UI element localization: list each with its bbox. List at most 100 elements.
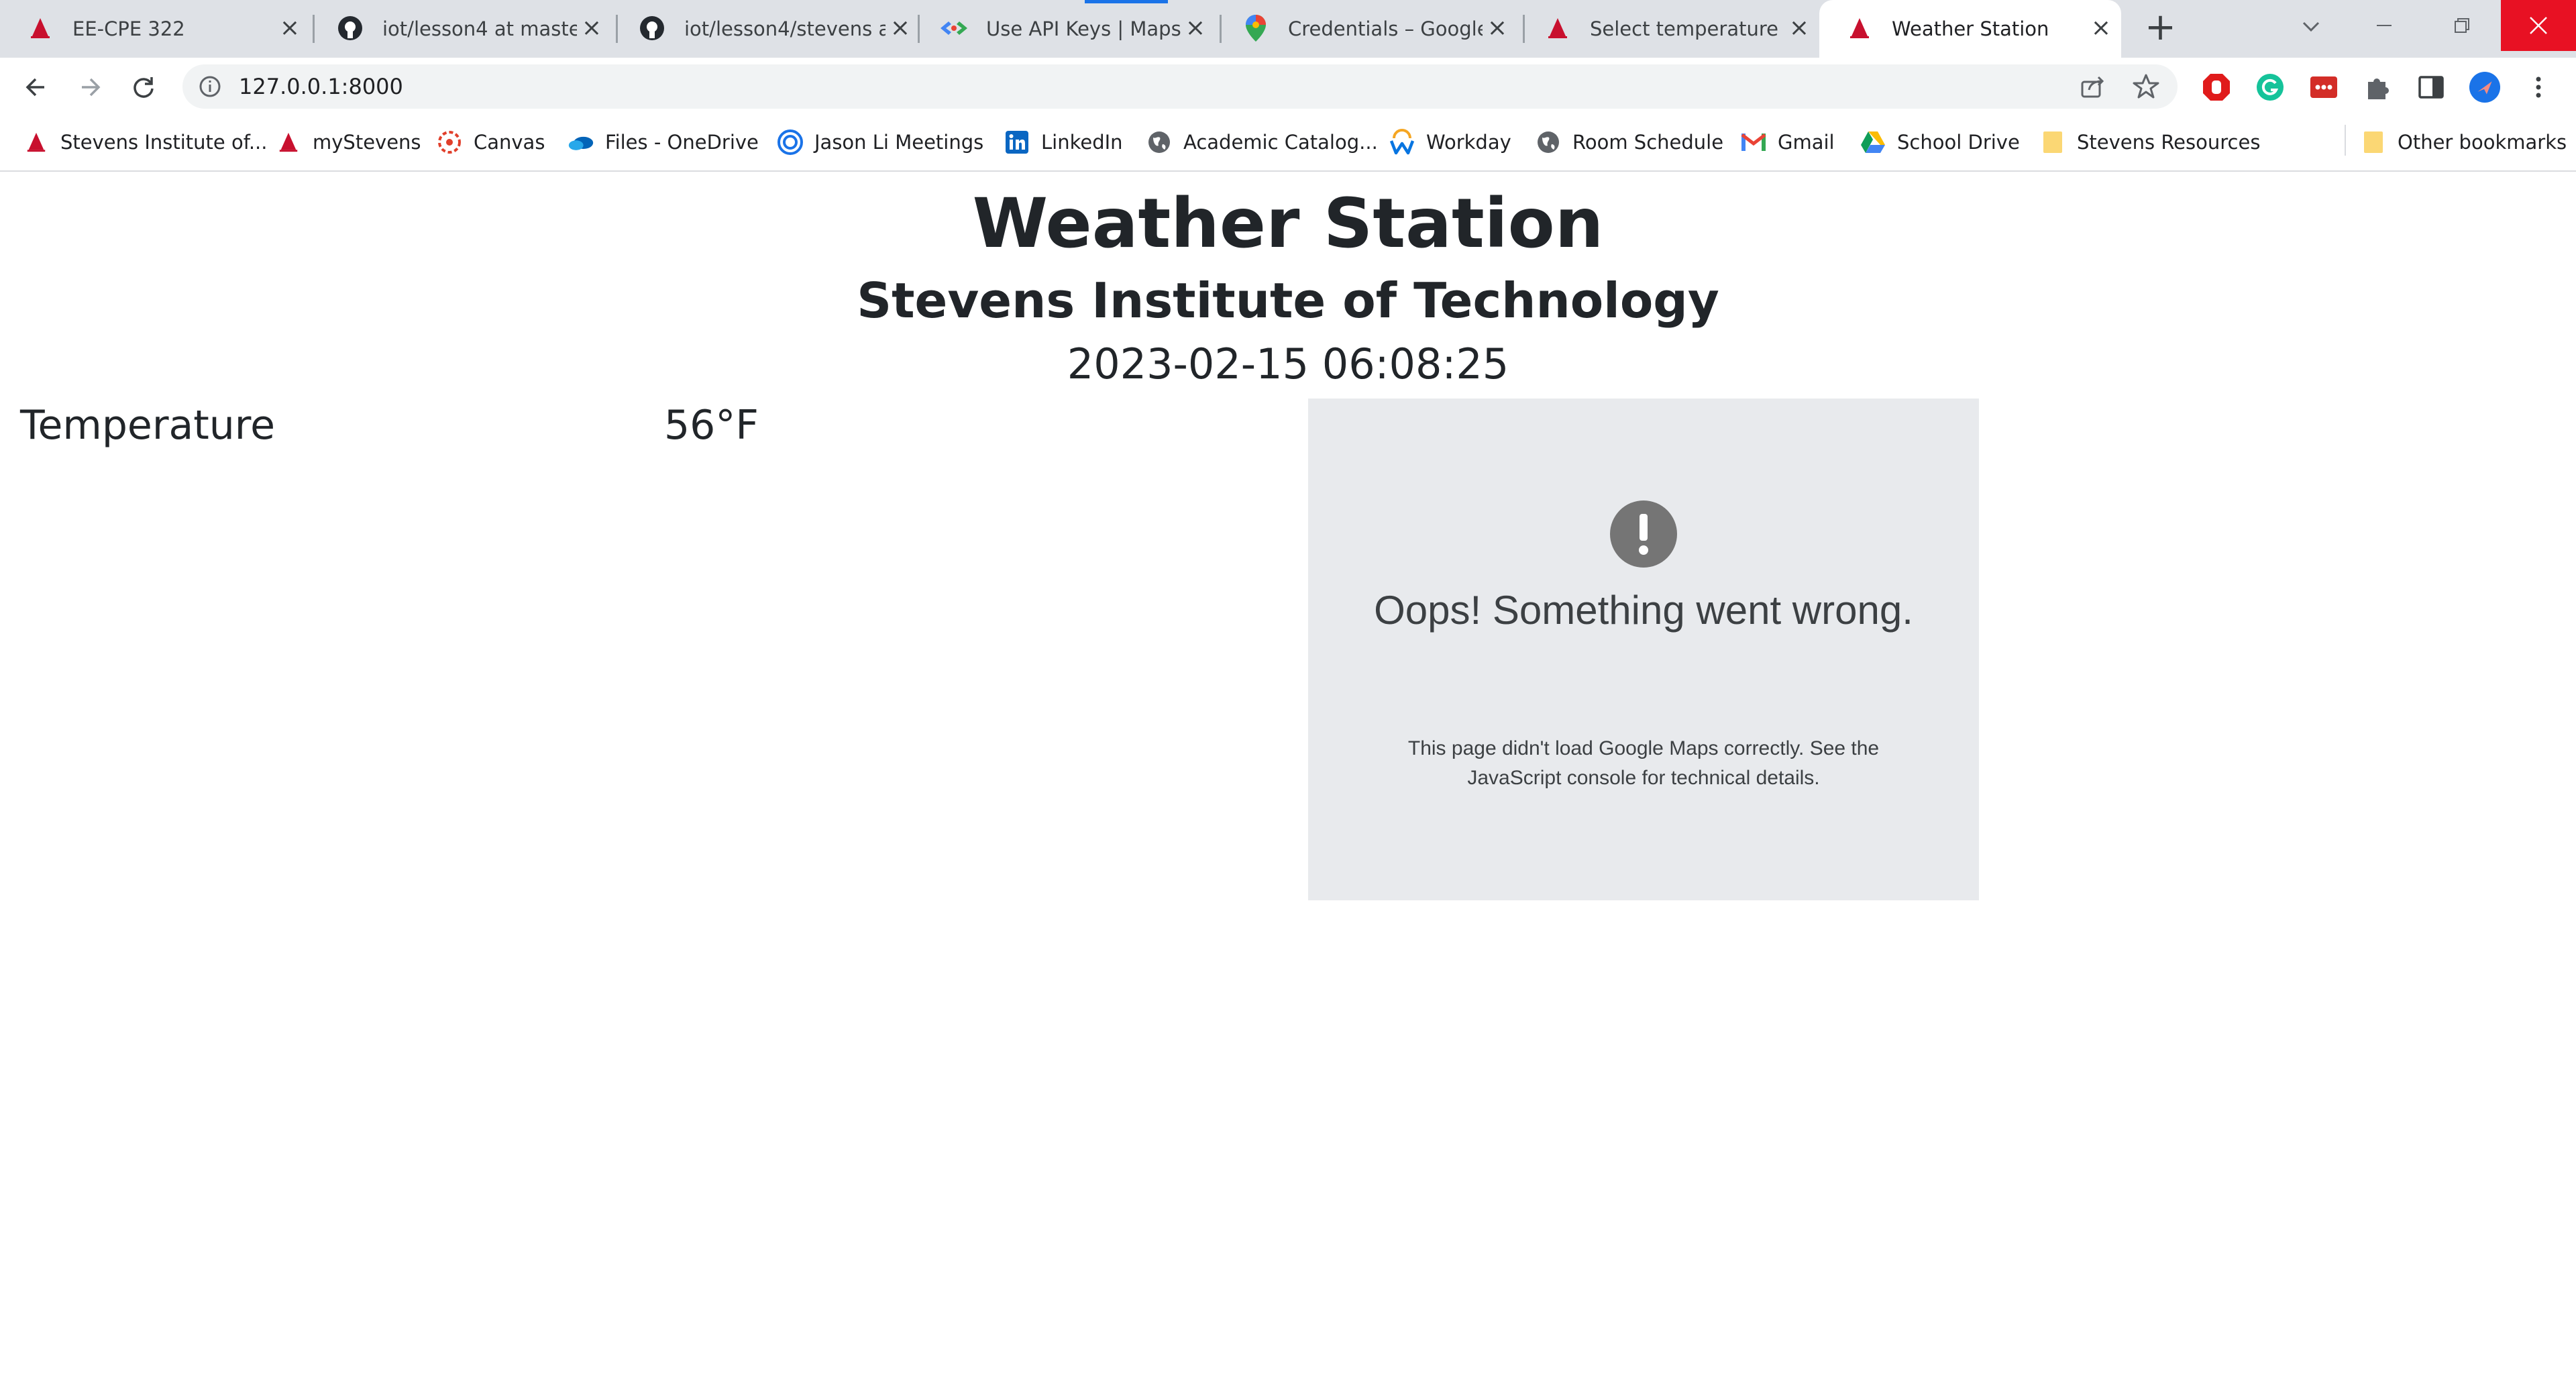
bookmark-academic-catalog[interactable]: Academic Catalog... bbox=[1146, 127, 1378, 157]
new-tab-button[interactable]: + bbox=[2145, 9, 2176, 46]
bookmark-mystevens[interactable]: myStevens bbox=[275, 127, 421, 157]
bookmarks-bar: Stevens Institute of... myStevens Canvas… bbox=[0, 115, 2576, 172]
page-content: Weather Station Stevens Institute of Tec… bbox=[0, 173, 2576, 1380]
lastpass-extension-icon[interactable] bbox=[2308, 71, 2340, 103]
exclamation-icon bbox=[1610, 500, 1677, 568]
bookmark-label: Academic Catalog... bbox=[1183, 131, 1378, 154]
google-cloud-icon bbox=[941, 15, 967, 42]
tab-ee-cpe-322[interactable]: EE-CPE 322 × bbox=[0, 0, 310, 58]
tab-loading-indicator bbox=[1085, 0, 1168, 3]
linkedin-icon bbox=[1004, 129, 1030, 156]
bookmark-canvas[interactable]: Canvas bbox=[436, 127, 545, 157]
page-datetime: 2023-02-15 06:08:25 bbox=[1067, 339, 1509, 388]
grammarly-extension-icon[interactable] bbox=[2254, 71, 2286, 103]
bookmark-room-schedule[interactable]: Room Schedule bbox=[1535, 127, 1723, 157]
address-bar[interactable]: 127.0.0.1:8000 bbox=[182, 64, 2178, 109]
tab-close-icon[interactable]: × bbox=[2088, 15, 2114, 42]
adblock-extension-icon[interactable] bbox=[2200, 71, 2233, 103]
tab-select-temperature[interactable]: Select temperature da × bbox=[1517, 0, 1819, 58]
bookmark-label: Workday bbox=[1426, 131, 1511, 154]
tab-title: Select temperature da bbox=[1590, 17, 1784, 40]
stevens-icon bbox=[23, 129, 50, 156]
folder-icon bbox=[2039, 129, 2066, 156]
tab-close-icon[interactable]: × bbox=[1182, 15, 1209, 42]
tab-close-icon[interactable]: × bbox=[887, 15, 914, 42]
profile-avatar[interactable] bbox=[2469, 71, 2501, 103]
reload-button[interactable] bbox=[125, 68, 162, 106]
restore-button[interactable] bbox=[2423, 0, 2500, 51]
folder-icon bbox=[2360, 129, 2387, 156]
temperature-label: Temperature bbox=[20, 402, 276, 449]
stevens-icon bbox=[1846, 15, 1873, 42]
temperature-value: 56°F bbox=[664, 402, 759, 449]
bookmark-linkedin[interactable]: LinkedIn bbox=[1004, 127, 1123, 157]
side-panel-icon[interactable] bbox=[2415, 71, 2447, 103]
onedrive-icon bbox=[568, 129, 594, 156]
bookmark-label: Gmail bbox=[1778, 131, 1835, 154]
map-error-heading: Oops! Something went wrong. bbox=[1374, 588, 1913, 633]
bookmark-workday[interactable]: Workday bbox=[1389, 127, 1511, 157]
gmail-icon bbox=[1740, 129, 1767, 156]
bookmark-label: Canvas bbox=[474, 131, 545, 154]
page-subtitle: Stevens Institute of Technology bbox=[857, 272, 1719, 329]
share-icon[interactable] bbox=[2078, 72, 2106, 101]
workday-icon bbox=[1389, 129, 1415, 156]
github-icon bbox=[337, 15, 364, 42]
tab-title: iot/lesson4 at master bbox=[382, 17, 577, 40]
bookmark-stevens-institute[interactable]: Stevens Institute of... bbox=[23, 127, 267, 157]
bookmark-school-drive[interactable]: School Drive bbox=[1860, 127, 2020, 157]
tab-credentials[interactable]: Credentials – Google × bbox=[1216, 0, 1517, 58]
bookmark-label: School Drive bbox=[1897, 131, 2020, 154]
tab-close-icon[interactable]: × bbox=[276, 15, 303, 42]
tab-title: EE-CPE 322 bbox=[72, 17, 185, 40]
bookmark-label: Files - OneDrive bbox=[605, 131, 759, 154]
globe-icon bbox=[1146, 129, 1173, 156]
tab-close-icon[interactable]: × bbox=[1786, 15, 1813, 42]
tab-iot-lesson4-master[interactable]: iot/lesson4 at master × bbox=[310, 0, 612, 58]
tab-close-icon[interactable]: × bbox=[1484, 15, 1511, 42]
back-button[interactable] bbox=[17, 68, 55, 106]
stevens-icon bbox=[1544, 15, 1571, 42]
window-close-button[interactable] bbox=[2501, 0, 2576, 51]
tab-strip: EE-CPE 322 × iot/lesson4 at master × iot… bbox=[0, 0, 2576, 58]
page-title: Weather Station bbox=[972, 184, 1604, 264]
bookmark-label: Jason Li Meetings bbox=[814, 131, 984, 154]
browser-menu-icon[interactable] bbox=[2522, 71, 2555, 103]
bookmark-label: LinkedIn bbox=[1041, 131, 1123, 154]
stevens-icon bbox=[275, 129, 302, 156]
tab-use-api-keys[interactable]: Use API Keys | Maps × bbox=[914, 0, 1216, 58]
bookmark-onedrive[interactable]: Files - OneDrive bbox=[568, 127, 759, 157]
minimize-button[interactable] bbox=[2345, 0, 2422, 51]
tab-close-icon[interactable]: × bbox=[578, 15, 605, 42]
forward-button[interactable] bbox=[71, 68, 109, 106]
stevens-icon bbox=[27, 15, 54, 42]
tab-iot-lesson4-stevens[interactable]: iot/lesson4/stevens at × bbox=[612, 0, 914, 58]
tab-weather-station[interactable]: Weather Station × bbox=[1819, 0, 2121, 58]
bookmarks-separator bbox=[2345, 125, 2346, 156]
tab-title: iot/lesson4/stevens at bbox=[684, 17, 885, 40]
bookmark-stevens-resources[interactable]: Stevens Resources bbox=[2039, 127, 2260, 157]
bookmark-other-bookmarks[interactable]: Other bookmarks bbox=[2360, 127, 2567, 157]
tab-title: Credentials – Google bbox=[1288, 17, 1483, 40]
extensions-puzzle-icon[interactable] bbox=[2361, 71, 2394, 103]
github-icon bbox=[639, 15, 665, 42]
url-text[interactable]: 127.0.0.1:8000 bbox=[239, 64, 403, 109]
canvas-icon bbox=[436, 129, 463, 156]
bookmark-label: myStevens bbox=[313, 131, 421, 154]
bookmark-label: Room Schedule bbox=[1572, 131, 1724, 154]
bookmark-label: Other bookmarks bbox=[2398, 131, 2567, 154]
bookmark-gmail[interactable]: Gmail bbox=[1740, 127, 1835, 157]
bookmark-label: Stevens Resources bbox=[2077, 131, 2261, 154]
bookmark-label: Stevens Institute of... bbox=[60, 131, 268, 154]
bookmark-star-icon[interactable] bbox=[2132, 72, 2160, 101]
site-info-icon[interactable] bbox=[197, 74, 223, 99]
map-container[interactable]: Oops! Something went wrong. This page di… bbox=[1308, 399, 1979, 900]
google-maps-icon bbox=[1242, 15, 1269, 42]
tab-title: Weather Station bbox=[1892, 17, 2049, 40]
google-drive-icon bbox=[1860, 129, 1886, 156]
tab-title: Use API Keys | Maps bbox=[986, 17, 1181, 40]
map-error-message: This page didn't load Google Maps correc… bbox=[1407, 737, 1880, 789]
bookmark-jason-li-meetings[interactable]: Jason Li Meetings bbox=[777, 127, 983, 157]
webex-icon bbox=[777, 129, 804, 156]
tab-search-chevron-icon[interactable] bbox=[2294, 9, 2328, 43]
